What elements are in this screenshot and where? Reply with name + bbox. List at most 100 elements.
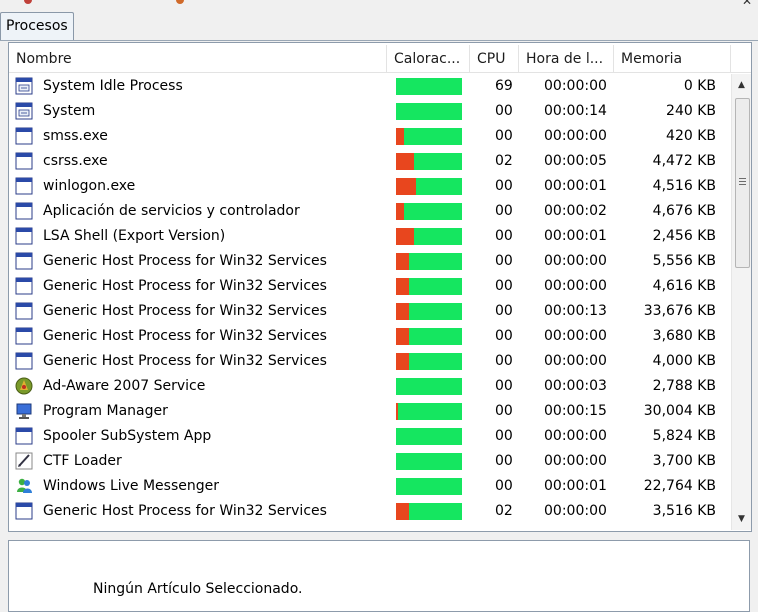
process-name: CTF Loader: [43, 453, 122, 469]
memory-value: 33,676 KB: [643, 303, 716, 319]
window-icon: [15, 502, 33, 520]
process-row[interactable]: winlogon.exe 00 00:00:01 4,516 KB: [9, 174, 731, 199]
cpu-value: 00: [495, 103, 513, 119]
heat-bar: [396, 328, 462, 345]
cpu-time-value: 00:00:00: [544, 128, 607, 144]
ad-aware-icon: [15, 377, 33, 395]
cpu-value: 00: [495, 203, 513, 219]
heat-bar: [396, 78, 462, 95]
memory-value: 30,004 KB: [643, 403, 716, 419]
pen-icon: [15, 452, 33, 470]
process-name: Generic Host Process for Win32 Services: [43, 353, 327, 369]
cpu-value: 00: [495, 353, 513, 369]
cpu-time-value: 00:00:00: [544, 353, 607, 369]
cpu-value: 69: [495, 78, 513, 94]
heat-bar: [396, 303, 462, 320]
process-name: System: [43, 103, 96, 119]
process-row[interactable]: System 00 00:00:14 240 KB: [9, 99, 731, 124]
process-name: Ad-Aware 2007 Service: [43, 378, 206, 394]
heat-bar: [396, 228, 462, 245]
vertical-scrollbar[interactable]: ▲ ▼: [731, 74, 751, 530]
cpu-value: 00: [495, 178, 513, 194]
tab-bar: Procesos: [0, 10, 758, 41]
memory-value: 2,456 KB: [652, 228, 716, 244]
process-row[interactable]: CTF Loader 00 00:00:00 3,700 KB: [9, 449, 731, 474]
process-row[interactable]: Aplicación de servicios y controlador 00 0…: [9, 199, 731, 224]
tab-procesos[interactable]: Procesos: [0, 12, 74, 40]
cpu-value: 00: [495, 428, 513, 444]
window-icon: [15, 352, 33, 370]
process-row[interactable]: Ad-Aware 2007 Service 00 00:00:03 2,788 KB: [9, 374, 731, 399]
window-icon: [15, 202, 33, 220]
process-row[interactable]: Generic Host Process for Win32 Services 0…: [9, 349, 731, 374]
memory-value: 420 KB: [666, 128, 716, 144]
memory-value: 3,700 KB: [652, 453, 716, 469]
heat-bar: [396, 178, 462, 195]
process-row[interactable]: smss.exe 00 00:00:00 420 KB: [9, 124, 731, 149]
heat-bar: [396, 153, 462, 170]
cpu-time-value: 00:00:02: [544, 203, 607, 219]
heat-bar-fill: [396, 128, 404, 145]
process-row[interactable]: Spooler SubSystem App 00 00:00:00 5,824 KB: [9, 424, 731, 449]
heat-bar: [396, 278, 462, 295]
cpu-value: 00: [495, 478, 513, 494]
process-row[interactable]: System Idle Process 69 00:00:00 0 KB: [9, 74, 731, 99]
memory-value: 3,516 KB: [652, 503, 716, 519]
heat-bar: [396, 353, 462, 370]
process-row[interactable]: LSA Shell (Export Version) 00 00:00:01 2,45…: [9, 224, 731, 249]
scroll-up-arrow[interactable]: ▲: [732, 76, 751, 94]
cpu-value: 02: [495, 153, 513, 169]
heat-bar-fill: [396, 153, 414, 170]
heat-bar: [396, 103, 462, 120]
cpu-value: 00: [495, 303, 513, 319]
cpu-value: 02: [495, 503, 513, 519]
messenger-icon: [15, 477, 33, 495]
memory-value: 5,556 KB: [652, 253, 716, 269]
memory-value: 4,616 KB: [652, 278, 716, 294]
cpu-time-value: 00:00:15: [544, 403, 607, 419]
process-row[interactable]: Program Manager 00 00:00:15 30,004 KB: [9, 399, 731, 424]
close-icon[interactable]: ✕: [742, 0, 752, 8]
heat-bar-fill: [396, 353, 410, 370]
column-header-time[interactable]: Hora de l...: [519, 45, 614, 72]
column-header-memory[interactable]: Memoria: [614, 45, 731, 72]
process-row[interactable]: csrss.exe 02 00:00:05 4,472 KB: [9, 149, 731, 174]
process-name: Generic Host Process for Win32 Services: [43, 503, 327, 519]
scroll-grip-line: [739, 181, 746, 182]
column-header-cpu[interactable]: CPU: [470, 45, 519, 72]
system-window-icon: [15, 77, 33, 95]
window-icon: [15, 252, 33, 270]
process-name: Generic Host Process for Win32 Services: [43, 303, 327, 319]
scroll-grip-line: [739, 178, 746, 179]
process-row[interactable]: Generic Host Process for Win32 Services 0…: [9, 249, 731, 274]
scroll-down-arrow[interactable]: ▼: [732, 510, 751, 528]
heat-bar-fill: [396, 403, 398, 420]
toolbar-icon[interactable]: [176, 0, 184, 4]
cpu-value: 00: [495, 403, 513, 419]
scroll-thumb[interactable]: [735, 98, 750, 268]
process-row[interactable]: Generic Host Process for Win32 Services 0…: [9, 499, 731, 524]
memory-value: 2,788 KB: [652, 378, 716, 394]
cpu-value: 00: [495, 228, 513, 244]
cpu-value: 00: [495, 128, 513, 144]
cpu-value: 00: [495, 453, 513, 469]
heat-bar-fill: [396, 278, 410, 295]
process-row[interactable]: Generic Host Process for Win32 Services 0…: [9, 299, 731, 324]
column-header-row: Nombre Calorac... CPU Hora de l... Memor…: [9, 45, 751, 73]
process-list[interactable]: Nombre Calorac... CPU Hora de l... Memor…: [8, 42, 752, 532]
process-row[interactable]: Generic Host Process for Win32 Services 0…: [9, 324, 731, 349]
heat-bar: [396, 253, 462, 270]
process-row[interactable]: Windows Live Messenger 00 00:00:01 22,764 K…: [9, 474, 731, 499]
cpu-time-value: 00:00:00: [544, 253, 607, 269]
column-header-name[interactable]: Nombre: [9, 45, 387, 72]
window-icon: [15, 277, 33, 295]
process-row[interactable]: Generic Host Process for Win32 Services 0…: [9, 274, 731, 299]
cpu-value: 00: [495, 378, 513, 394]
process-name: winlogon.exe: [43, 178, 136, 194]
memory-value: 240 KB: [666, 103, 716, 119]
cpu-time-value: 00:00:05: [544, 153, 607, 169]
cpu-time-value: 00:00:00: [544, 278, 607, 294]
column-header-heat[interactable]: Calorac...: [387, 45, 470, 72]
heat-bar-fill: [396, 228, 414, 245]
toolbar-icon[interactable]: [24, 0, 32, 4]
